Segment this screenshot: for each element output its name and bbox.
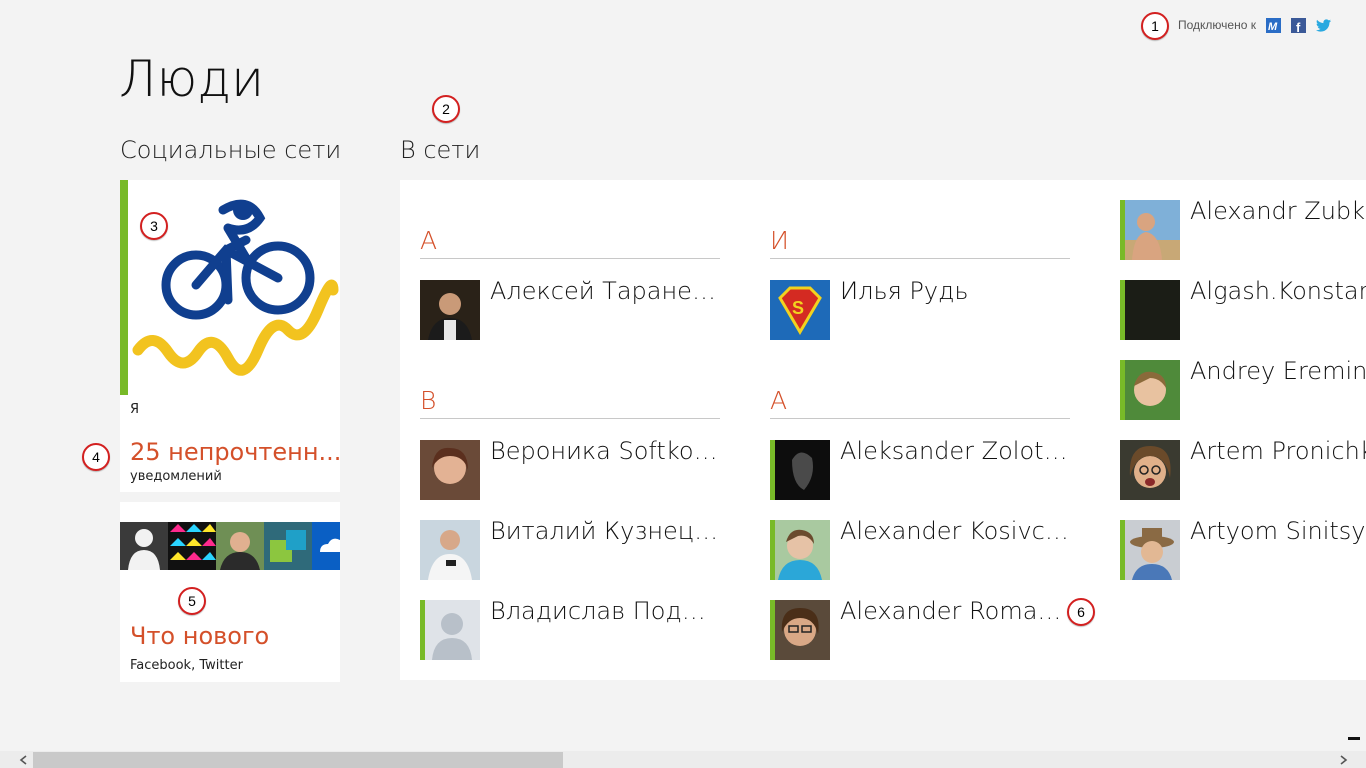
section-online-heading[interactable]: В сети <box>400 136 480 164</box>
contact-item[interactable]: Вероника Softkova <box>420 437 760 500</box>
contact-item[interactable]: Виталий Кузнецов <box>420 517 760 580</box>
group-divider <box>420 258 720 259</box>
online-indicator <box>770 440 775 500</box>
online-indicator <box>770 520 775 580</box>
contact-avatar <box>1120 280 1180 340</box>
callout-marker: 3 <box>140 212 168 240</box>
contact-item[interactable]: Владислав Подберёзкин <box>420 597 760 660</box>
group-divider <box>420 418 720 419</box>
contact-avatar: S <box>770 280 830 340</box>
contact-name: Владислав Подберёзкин <box>490 597 720 625</box>
section-social-heading[interactable]: Социальные сети <box>120 136 341 164</box>
contact-name: Алексей Тараненко <box>490 277 720 305</box>
group-letter-v-cyr[interactable]: В <box>420 386 436 415</box>
contact-item[interactable]: Andrey Eremin <box>1120 357 1366 420</box>
callout-marker: 5 <box>178 587 206 615</box>
contact-name: Alexander Romanov <box>840 597 1070 625</box>
me-tile-accent <box>120 180 128 395</box>
contact-avatar <box>1120 200 1180 260</box>
contact-name: Виталий Кузнецов <box>490 517 720 545</box>
group-divider <box>770 258 1070 259</box>
callout-marker: 4 <box>82 443 110 471</box>
contact-name: Alexander Kosivchenko <box>840 517 1070 545</box>
whats-new-thumbnails <box>120 522 340 570</box>
contact-avatar <box>1120 360 1180 420</box>
page-title: Люди <box>119 50 265 108</box>
contact-name: Artem Pronichkin <box>1190 437 1366 465</box>
group-letter-a-cyr[interactable]: А <box>420 226 437 255</box>
contact-name: Aleksander Zolotov <box>840 437 1070 465</box>
contacts-panel: А Алексей Тараненко В Вероника Softkova … <box>400 180 1366 680</box>
contact-avatar <box>770 520 830 580</box>
contact-name: Вероника Softkova <box>490 437 720 465</box>
contact-avatar <box>1120 520 1180 580</box>
callout-marker: 6 <box>1067 598 1095 626</box>
contact-avatar <box>420 520 480 580</box>
contact-item[interactable]: Aleksander Zolotov <box>770 437 1110 500</box>
contact-avatar <box>1120 440 1180 500</box>
contact-avatar <box>770 600 830 660</box>
contact-name: Alexandr Zubkov <box>1190 197 1366 225</box>
svg-text:S: S <box>792 298 804 318</box>
online-indicator <box>770 600 775 660</box>
callout-marker: 1 <box>1141 12 1169 40</box>
connected-label: Подключено к <box>1178 18 1256 32</box>
whats-new-tile[interactable]: Что нового Facebook, Twitter <box>120 502 340 682</box>
online-indicator <box>420 600 425 660</box>
scroll-right-icon[interactable] <box>1335 751 1352 768</box>
contact-item[interactable]: Artyom Sinitsyn <box>1120 517 1366 580</box>
contact-avatar <box>420 280 480 340</box>
online-indicator <box>1120 520 1125 580</box>
online-indicator <box>1120 280 1125 340</box>
online-indicator <box>1120 360 1125 420</box>
svg-text:M: M <box>1268 21 1278 33</box>
svg-text:f: f <box>1296 20 1301 33</box>
contact-item[interactable]: Alexander Kosivchenko <box>770 517 1110 580</box>
facebook-icon[interactable]: f <box>1290 17 1306 33</box>
contact-avatar <box>420 440 480 500</box>
contact-avatar <box>770 440 830 500</box>
contact-item[interactable]: Algash.Konstantin <box>1120 277 1366 340</box>
group-letter-i-cyr[interactable]: И <box>770 226 789 255</box>
notifications-sub: уведомлений <box>130 469 222 484</box>
outlook-icon[interactable]: M <box>1265 17 1281 33</box>
notifications-count[interactable]: 25 непрочтенн... <box>130 438 341 466</box>
scroll-left-icon[interactable] <box>14 751 31 768</box>
contact-item[interactable]: S Илья Рудь <box>770 277 1110 340</box>
callout-marker: 2 <box>432 95 460 123</box>
contact-name: Algash.Konstantin <box>1190 277 1366 305</box>
contact-item[interactable]: Алексей Тараненко <box>420 277 760 340</box>
twitter-icon[interactable] <box>1315 18 1331 33</box>
contact-avatar <box>420 600 480 660</box>
me-label: Я <box>130 402 140 417</box>
cyclist-avatar <box>128 180 340 395</box>
semantic-zoom-button[interactable] <box>1343 729 1365 749</box>
contact-name: Andrey Eremin <box>1190 357 1366 385</box>
contact-name: Илья Рудь <box>840 277 969 305</box>
contact-item[interactable]: Alexandr Zubkov <box>1120 197 1366 260</box>
group-divider <box>770 418 1070 419</box>
contact-item[interactable]: Alexander Romanov <box>770 597 1110 660</box>
contact-name: Artyom Sinitsyn <box>1190 517 1366 545</box>
online-indicator <box>1120 200 1125 260</box>
contact-item[interactable]: Artem Pronichkin <box>1120 437 1366 500</box>
whats-new-sources: Facebook, Twitter <box>130 658 243 673</box>
whats-new-title[interactable]: Что нового <box>130 622 269 650</box>
scrollbar-thumb[interactable] <box>33 752 563 768</box>
group-letter-a-lat[interactable]: A <box>770 386 787 415</box>
connected-services: Подключено к M f <box>1178 17 1331 33</box>
